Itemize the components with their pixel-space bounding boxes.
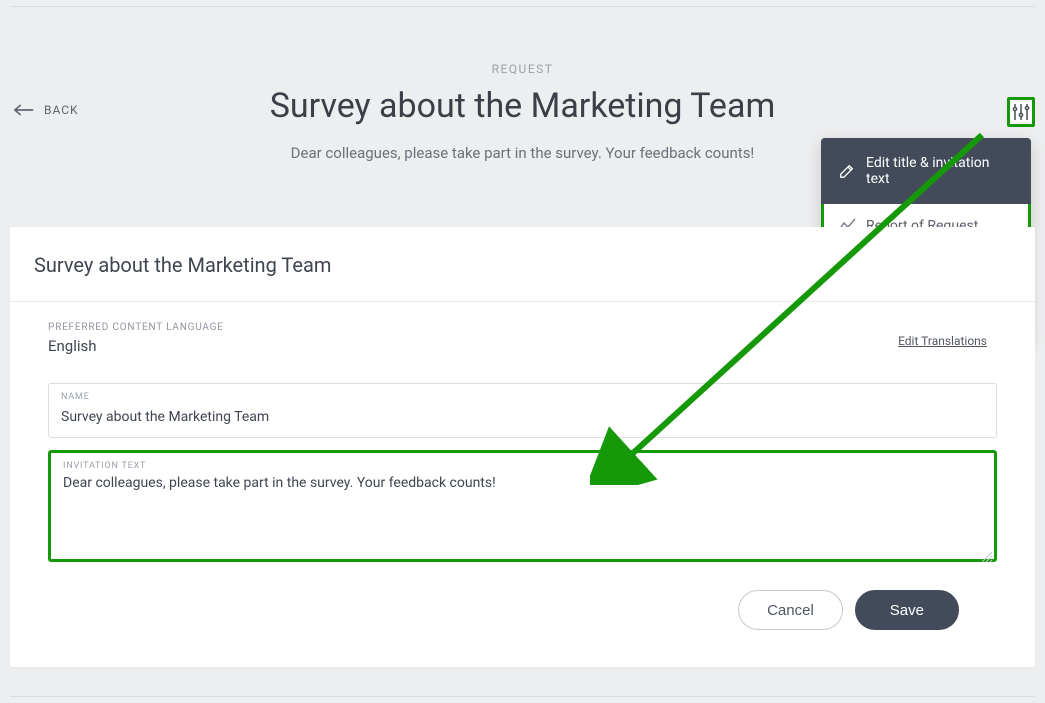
resize-handle-icon[interactable]: [982, 547, 992, 557]
cancel-button[interactable]: Cancel: [738, 590, 843, 630]
page-title: Survey about the Marketing Team: [0, 86, 1045, 126]
divider-top: [10, 6, 1035, 7]
language-value: English: [48, 337, 997, 355]
card-title: Survey about the Marketing Team: [10, 227, 1035, 302]
save-button[interactable]: Save: [855, 590, 959, 630]
settings-button[interactable]: [1007, 97, 1035, 127]
actions-row: Cancel Save: [48, 574, 997, 630]
name-input[interactable]: [61, 407, 984, 427]
edit-card: Survey about the Marketing Team PREFERRE…: [10, 227, 1035, 667]
invitation-field-label: INVITATION TEXT: [63, 461, 982, 471]
divider-bottom: [10, 696, 1035, 697]
card-body: PREFERRED CONTENT LANGUAGE English Edit …: [10, 302, 1035, 650]
invitation-textarea[interactable]: [63, 475, 982, 543]
language-label: PREFERRED CONTENT LANGUAGE: [48, 322, 997, 333]
header-kicker: REQUEST: [0, 62, 1045, 76]
sliders-icon: [1012, 103, 1030, 121]
pencil-icon: [838, 163, 856, 179]
invitation-field[interactable]: INVITATION TEXT: [48, 450, 997, 562]
menu-edit-title[interactable]: Edit title & invitation text: [821, 138, 1031, 204]
name-field[interactable]: NAME: [48, 383, 997, 438]
name-field-label: NAME: [61, 392, 984, 402]
menu-item-label: Edit title & invitation text: [866, 155, 1014, 187]
edit-translations-link[interactable]: Edit Translations: [898, 334, 987, 348]
